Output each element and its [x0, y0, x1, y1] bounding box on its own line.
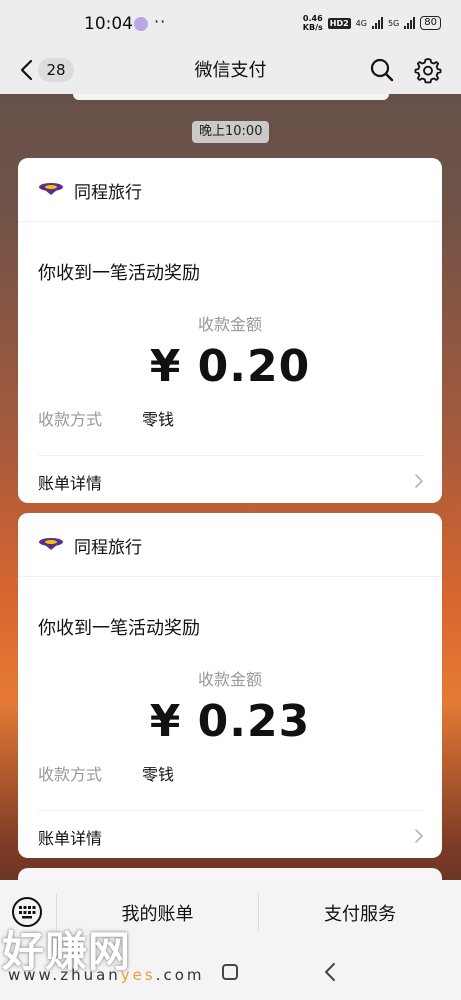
nav-bar: 28 微信支付: [0, 48, 461, 94]
watermark-url-prefix: www.zhuan: [8, 966, 121, 984]
hd-badge: HD2: [327, 17, 351, 29]
previous-message-card: [73, 94, 389, 100]
bill-details-label: 账单详情: [38, 829, 103, 848]
more-notifications-indicator: ··: [154, 12, 167, 31]
network-type-1: 4G: [355, 18, 367, 28]
status-indicators: 0.46 KB/s HD2 4G 5G 80: [303, 14, 441, 32]
signal-icon-2: [404, 17, 416, 29]
network-speed-unit: KB/s: [302, 23, 323, 32]
status-time: 10:04: [84, 14, 133, 34]
payment-method-value: 零钱: [142, 765, 175, 784]
gear-icon[interactable]: [414, 56, 442, 84]
chevron-right-icon: [415, 474, 423, 488]
bill-details-link[interactable]: 账单详情: [38, 810, 424, 858]
unread-count-badge[interactable]: 28: [38, 58, 74, 82]
battery-icon: 80: [420, 16, 441, 30]
payment-services-menu-button[interactable]: 支付服务: [259, 900, 461, 926]
watermark-url-highlight: yes: [120, 966, 156, 984]
merchant-name: 同程旅行: [74, 538, 142, 558]
payment-method-label: 收款方式: [38, 410, 103, 429]
bill-details-link[interactable]: 账单详情: [38, 455, 424, 503]
merchant-name: 同程旅行: [74, 183, 142, 203]
network-speed: 0.46 KB/s: [303, 14, 323, 32]
chevron-right-icon: [415, 829, 423, 843]
back-icon[interactable]: [323, 962, 337, 982]
payment-method-label: 收款方式: [38, 765, 103, 784]
network-type-2: 5G: [387, 18, 400, 28]
back-arrow-icon[interactable]: [16, 58, 40, 82]
watermark-url-suffix: .com: [155, 966, 205, 984]
card-headline: 你收到一笔活动奖励: [38, 263, 200, 284]
card-header: 同程旅行: [18, 158, 442, 222]
amount-value: ¥ 0.23: [149, 696, 311, 747]
home-icon[interactable]: [221, 963, 239, 981]
watermark-url: www.zhuanyes.com: [8, 966, 205, 984]
merchant-logo: [39, 538, 63, 550]
bill-details-label: 账单详情: [38, 474, 103, 493]
amount-label: 收款金额: [197, 315, 262, 334]
payment-message-card[interactable]: 同程旅行 你收到一笔活动奖励 收款金额 ¥ 0.23 收款方式 零钱 账单详情: [18, 513, 442, 858]
message-timestamp: 晚上10:00: [192, 121, 270, 143]
merchant-logo: [39, 183, 63, 195]
search-icon[interactable]: [368, 56, 396, 84]
signal-icon: [371, 17, 383, 29]
amount-value: ¥ 0.20: [149, 341, 311, 392]
network-speed-value: 0.46: [302, 14, 323, 23]
app-notification-icon: [134, 17, 148, 31]
card-header: 同程旅行: [18, 513, 442, 577]
card-headline: 你收到一笔活动奖励: [38, 618, 200, 639]
status-bar: 10:04 ·· 0.46 KB/s HD2 4G 5G 80: [0, 0, 461, 48]
amount-label: 收款金额: [197, 670, 262, 689]
payment-method-value: 零钱: [142, 410, 175, 429]
payment-message-card[interactable]: 同程旅行 你收到一笔活动奖励 收款金额 ¥ 0.20 收款方式 零钱 账单详情: [18, 158, 442, 503]
